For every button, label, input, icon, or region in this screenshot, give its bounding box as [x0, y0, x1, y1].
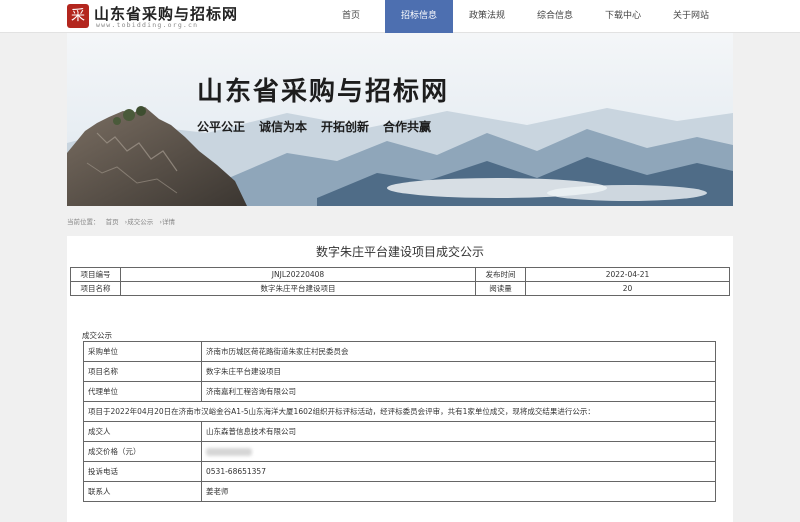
site-logo-seal[interactable]: 采	[67, 4, 89, 28]
read-count-value: 20	[525, 281, 730, 296]
deal-price-label: 成交价格（元）	[83, 441, 202, 462]
page-title: 数字朱庄平台建设项目成交公示	[315, 245, 484, 259]
project-info-table: 项目编号 JNJL20220408 发布时间 2022-04-21 项目名称 数…	[70, 267, 730, 296]
deal-statement: 项目于2022年04月20日在济南市汉峪金谷A1-5山东海洋大厦1602组织开标…	[83, 401, 716, 422]
table-row: 项目于2022年04月20日在济南市汉峪金谷A1-5山东海洋大厦1602组织开标…	[83, 401, 716, 422]
deal-detail-table: 采购单位 济南市历城区荷花路街道朱家庄村民委员会 项目名称 数字朱庄平台建设项目…	[83, 341, 716, 502]
table-row: 采购单位 济南市历城区荷花路街道朱家庄村民委员会	[83, 341, 716, 362]
breadcrumb-home[interactable]: 首页	[106, 218, 119, 226]
complaint-phone-label: 投诉电话	[83, 461, 202, 482]
table-row: 投诉电话 0531-68651357	[83, 461, 716, 482]
table-row: 成交人 山东森普信息技术有限公司	[83, 421, 716, 442]
redacted-price	[206, 448, 252, 456]
slogan-4: 合作共赢	[383, 120, 432, 134]
purchaser-value: 济南市历城区荷花路街道朱家庄村民委员会	[201, 341, 716, 362]
agency-value: 济南嘉利工程咨询有限公司	[201, 381, 716, 402]
table-row: 联系人 姜老师	[83, 481, 716, 502]
slogan-3: 开拓创新	[321, 120, 370, 134]
slogan-2: 诚信为本	[259, 120, 308, 134]
deal-price-value	[201, 441, 716, 462]
nav-bidding-info[interactable]: 招标信息	[385, 0, 453, 33]
site-url: www.tobidding.org.cn	[96, 21, 199, 29]
project-name-label: 项目名称	[83, 361, 202, 382]
notice-content: 数字朱庄平台建设项目成交公示 项目编号 JNJL20220408 发布时间 20…	[67, 236, 733, 522]
publish-date-label: 发布时间	[475, 267, 526, 282]
nav-download[interactable]: 下载中心	[589, 0, 657, 33]
project-code-value: JNJL20220408	[120, 267, 476, 282]
main-nav: 首页 招标信息 政策法规 综合信息 下载中心 关于网站	[317, 0, 725, 33]
breadcrumb-detail: ›详情	[159, 218, 175, 226]
project-code-label: 项目编号	[70, 267, 121, 282]
table-row: 项目名称 数字朱庄平台建设项目	[83, 361, 716, 382]
slogan-1: 公平公正	[197, 120, 246, 134]
nav-home[interactable]: 首页	[317, 0, 385, 33]
project-name-value: 数字朱庄平台建设项目	[120, 281, 476, 296]
banner-slogans: 公平公正 诚信为本 开拓创新 合作共赢	[197, 118, 431, 135]
nav-general-info[interactable]: 综合信息	[521, 0, 589, 33]
project-name-label: 项目名称	[70, 281, 121, 296]
table-row: 项目名称 数字朱庄平台建设项目 阅读量 20	[70, 281, 730, 296]
breadcrumb-deal-notice[interactable]: ›成交公示	[125, 218, 154, 226]
table-row: 成交价格（元）	[83, 441, 716, 462]
purchaser-label: 采购单位	[83, 341, 202, 362]
publish-date-value: 2022-04-21	[525, 267, 730, 282]
breadcrumb: 当前位置： 首页 ›成交公示 ›详情	[67, 216, 179, 226]
table-row: 代理单位 济南嘉利工程咨询有限公司	[83, 381, 716, 402]
contact-value: 姜老师	[201, 481, 716, 502]
site-header: 采 山东省采购与招标网 www.tobidding.org.cn 首页 招标信息…	[0, 0, 800, 33]
winner-value: 山东森普信息技术有限公司	[201, 421, 716, 442]
winner-label: 成交人	[83, 421, 202, 442]
nav-about[interactable]: 关于网站	[657, 0, 725, 33]
nav-policy[interactable]: 政策法规	[453, 0, 521, 33]
agency-label: 代理单位	[83, 381, 202, 402]
hero-banner: 山东省采购与招标网 公平公正 诚信为本 开拓创新 合作共赢	[67, 33, 733, 206]
banner-title: 山东省采购与招标网	[197, 77, 450, 107]
complaint-phone-value: 0531-68651357	[201, 461, 716, 482]
project-name-value: 数字朱庄平台建设项目	[201, 361, 716, 382]
table-row: 项目编号 JNJL20220408 发布时间 2022-04-21	[70, 267, 730, 282]
read-count-label: 阅读量	[475, 281, 526, 296]
section-label: 成交公示	[82, 331, 112, 340]
contact-label: 联系人	[83, 481, 202, 502]
breadcrumb-prefix: 当前位置：	[67, 218, 100, 226]
